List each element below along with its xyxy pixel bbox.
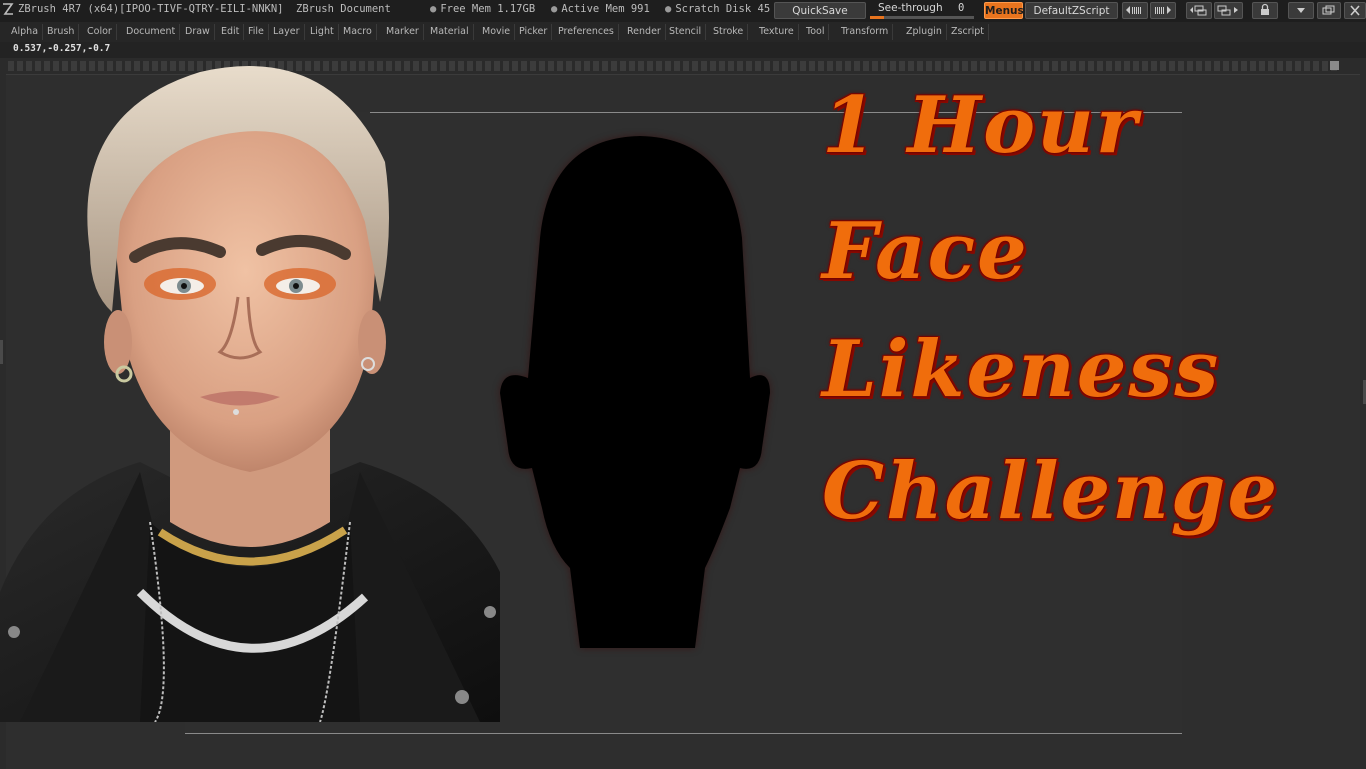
menu-color[interactable]: Color (83, 24, 117, 40)
layout-left-icon[interactable] (1186, 2, 1212, 19)
scratch-disk-readout: ● Scratch Disk 45 (665, 3, 771, 15)
app-title: ZBrush 4R7 (x64)[IPOO-TIVF-QTRY-EILI-NNK… (18, 3, 284, 15)
menu-transform[interactable]: Transform (837, 24, 894, 40)
menu-material[interactable]: Material (426, 24, 474, 40)
restore-icon[interactable] (1317, 2, 1341, 19)
menu-file[interactable]: File (244, 24, 269, 40)
see-through-label: See-through (878, 2, 943, 14)
see-through-value: 0 (958, 2, 965, 14)
menu-movie[interactable]: Movie (478, 24, 516, 40)
menu-stroke[interactable]: Stroke (709, 24, 749, 40)
headline-line-1: 1 Hour (822, 80, 1139, 171)
headline-line-4: Challenge (822, 446, 1280, 537)
reference-portrait (0, 66, 500, 722)
menu-macro[interactable]: Macro (339, 24, 377, 40)
menu-tool[interactable]: Tool (802, 24, 830, 40)
menu-brush[interactable]: Brush (43, 24, 80, 40)
close-icon[interactable] (1344, 2, 1366, 19)
document-title: ZBrush Document (296, 3, 391, 15)
menu-light[interactable]: Light (306, 24, 339, 40)
see-through-slider[interactable]: See-through 0 (868, 1, 978, 20)
title-bar: ZBrush 4R7 (x64)[IPOO-TIVF-QTRY-EILI-NNK… (0, 0, 1366, 22)
menu-marker[interactable]: Marker (382, 24, 424, 40)
menu-edit[interactable]: Edit (217, 24, 245, 40)
menu-alpha[interactable]: Alpha (7, 24, 44, 40)
tray-left-icon[interactable] (1122, 2, 1148, 19)
menu-zplugin[interactable]: Zplugin (902, 24, 947, 40)
menus-button[interactable]: Menus (984, 2, 1024, 19)
menu-render[interactable]: Render (623, 24, 666, 40)
quicksave-button[interactable]: QuickSave (774, 2, 866, 19)
shelf-end-handle[interactable] (1330, 61, 1339, 70)
free-mem-readout: ● Free Mem 1.17GB (430, 3, 536, 15)
headline-line-3: Likeness (822, 324, 1221, 415)
menu-stencil[interactable]: Stencil (665, 24, 707, 40)
layout-right-icon[interactable] (1214, 2, 1243, 19)
main-menu-bar: Alpha Brush Color Document Draw Edit Fil… (0, 22, 1366, 42)
minimize-icon[interactable] (1288, 2, 1314, 19)
menu-preferences[interactable]: Preferences (554, 24, 619, 40)
head-silhouette (500, 136, 770, 648)
active-mem-text: Active Mem 991 (561, 3, 650, 15)
free-mem-text: Free Mem 1.17GB (440, 3, 536, 15)
menu-picker[interactable]: Picker (515, 24, 553, 40)
menu-draw[interactable]: Draw (181, 24, 215, 40)
active-mem-readout: ● Active Mem 991 (551, 3, 650, 15)
default-zscript-button[interactable]: DefaultZScript (1025, 2, 1118, 19)
lock-icon[interactable] (1252, 2, 1278, 19)
frame-bottom-line (185, 733, 1182, 734)
headline-line-2: Face (822, 206, 1029, 297)
tray-right-icon[interactable] (1150, 2, 1176, 19)
menu-layer[interactable]: Layer (269, 24, 305, 40)
scratch-disk-text: Scratch Disk 45 (675, 3, 771, 15)
menu-document[interactable]: Document (122, 24, 181, 40)
see-through-fill (870, 16, 884, 19)
menu-zscript[interactable]: Zscript (947, 24, 989, 40)
zbrush-logo-icon (3, 3, 14, 15)
menu-texture[interactable]: Texture (755, 24, 799, 40)
see-through-track[interactable] (870, 16, 974, 19)
